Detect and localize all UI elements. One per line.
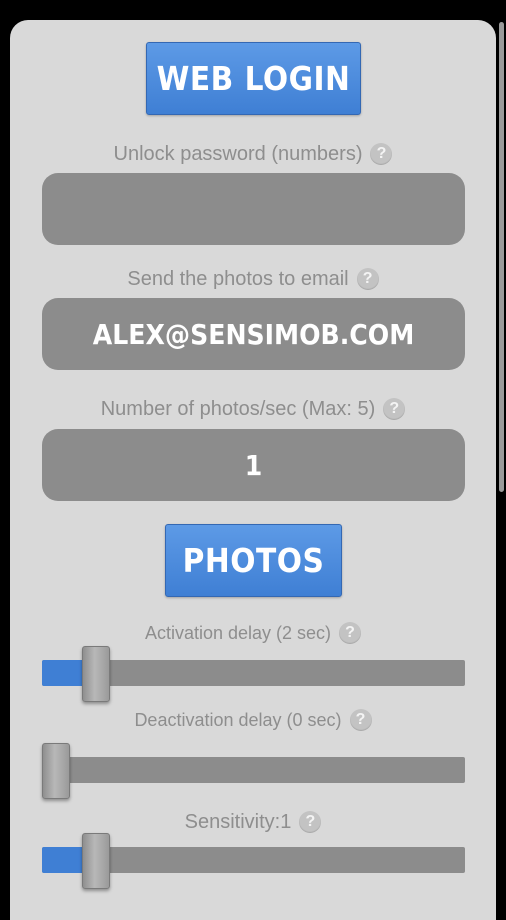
slider-thumb[interactable] xyxy=(81,833,110,889)
help-icon[interactable]: ? xyxy=(356,268,379,290)
help-icon[interactable]: ? xyxy=(370,143,393,165)
slider-thumb[interactable] xyxy=(42,743,70,799)
deactivation-delay-slider[interactable] xyxy=(42,743,465,799)
photos-per-sec-label-row: Number of photos/sec (Max: 5) ? xyxy=(0,396,506,422)
help-icon[interactable]: ? xyxy=(383,398,406,420)
slider-thumb[interactable] xyxy=(81,646,110,702)
deactivation-delay-label-row: Deactivation delay (0 sec) ? xyxy=(0,707,506,733)
help-icon[interactable]: ? xyxy=(299,811,322,833)
email-label: Send the photos to email xyxy=(127,267,349,290)
email-field[interactable]: ALEX@SENSIMOB.COM xyxy=(42,298,465,370)
photos-button[interactable]: PHOTOS xyxy=(165,524,342,597)
unlock-password-field[interactable] xyxy=(42,173,465,245)
unlock-password-label-row: Unlock password (numbers) ? xyxy=(0,141,506,167)
activation-delay-label-row: Activation delay (2 sec) ? xyxy=(0,620,506,646)
sensitivity-slider[interactable] xyxy=(42,833,465,889)
web-login-button[interactable]: WEB LOGIN xyxy=(146,42,361,115)
photos-per-sec-label: Number of photos/sec (Max: 5) xyxy=(100,397,376,420)
help-icon[interactable]: ? xyxy=(339,622,362,644)
unlock-password-label: Unlock password (numbers) xyxy=(113,142,363,165)
help-icon[interactable]: ? xyxy=(349,709,372,731)
activation-delay-slider[interactable] xyxy=(42,646,465,702)
sensitivity-label: Sensitivity:1 xyxy=(184,810,292,833)
sensitivity-label-row: Sensitivity:1 ? xyxy=(0,809,506,835)
email-label-row: Send the photos to email ? xyxy=(0,266,506,292)
deactivation-delay-label: Deactivation delay (0 sec) xyxy=(134,709,342,730)
activation-delay-label: Activation delay (2 sec) xyxy=(144,622,332,643)
photos-per-sec-field[interactable]: 1 xyxy=(42,429,465,501)
